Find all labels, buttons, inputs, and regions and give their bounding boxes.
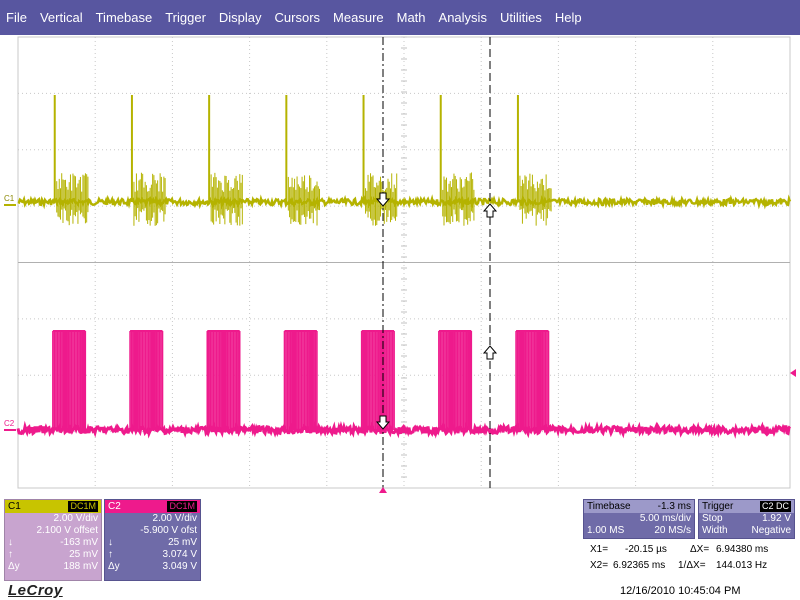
timebase-descriptor[interactable]: Timebase -1.3 ms 5.00 ms/div 1.00 MS 20 MS…	[583, 499, 695, 539]
c1-vdiv: 2.00 V/div	[53, 513, 98, 524]
timebase-tdiv: 5.00 ms/div	[639, 513, 691, 524]
c1-descriptor[interactable]: C1 DC1M 2.00 V/div 2.100 V offset ↓ -163 m…	[4, 499, 102, 581]
menu-timebase[interactable]: Timebase	[96, 10, 153, 25]
cursor-inv-dx-label: 1/ΔX=	[678, 560, 706, 571]
c2-vdiv: 2.00 V/div	[152, 513, 197, 524]
c1-row0-sym: ↓	[8, 537, 13, 548]
menu-cursors[interactable]: Cursors	[275, 10, 321, 25]
menu-file[interactable]: File	[6, 10, 27, 25]
menu-math[interactable]: Math	[397, 10, 426, 25]
c2-row2-val: 3.049 V	[162, 561, 197, 572]
c2-burst	[129, 330, 164, 430]
c2-row1-sym: ↑	[108, 549, 113, 560]
trigger-level: 1.92 V	[762, 513, 791, 524]
cursor-x2-label: X2=	[590, 560, 609, 571]
c1-row1-sym: ↑	[8, 549, 13, 560]
c2-row1-val: 3.074 V	[162, 549, 197, 560]
c2-burst	[438, 330, 473, 430]
timebase-rate: 20 MS/s	[654, 525, 691, 536]
cursor-x1-value: -20.15 µs	[625, 544, 667, 555]
menu-utilities[interactable]: Utilities	[500, 10, 542, 25]
cursor-x2-value: 6.92365 ms	[613, 560, 666, 571]
menu-analysis[interactable]: Analysis	[439, 10, 487, 25]
c2-row2-sym: Δy	[108, 561, 120, 572]
trigger-descriptor[interactable]: Trigger C2 DC Stop 1.92 V Width Negative	[698, 499, 795, 539]
cursor-x1-label: X1=	[590, 544, 609, 555]
c1-row0-val: -163 mV	[60, 537, 98, 548]
timebase-samples: 1.00 MS	[587, 525, 625, 536]
menu-trigger[interactable]: Trigger	[165, 10, 206, 25]
trigger-source-badge: C2 DC	[759, 501, 791, 512]
c2-row0-val: 25 mV	[168, 537, 197, 548]
menu-display[interactable]: Display	[219, 10, 262, 25]
scope-display: C1 C2	[0, 35, 800, 495]
c1-row2-val: 188 mV	[63, 561, 98, 572]
trigger-slope: Negative	[751, 525, 791, 536]
c2-burst	[360, 330, 395, 430]
datetime-stamp: 12/16/2010 10:45:04 PM	[620, 585, 741, 597]
c2-burst	[52, 330, 87, 430]
c2-burst	[283, 330, 318, 430]
trigger-type: Width	[702, 525, 728, 536]
c2-title: C2	[108, 501, 121, 512]
c1-offset: 2.100 V offset	[36, 525, 98, 536]
c1-row1-val: 25 mV	[69, 549, 98, 560]
c2-offset: -5.900 V ofst	[140, 525, 197, 536]
c2-descriptor[interactable]: C2 DC1M 2.00 V/div -5.900 V ofst ↓ 25 mV ↑…	[104, 499, 201, 581]
c1-ground-marker: C1	[4, 194, 15, 203]
c2-ground-marker: C2	[4, 419, 15, 428]
menu-bar: File Vertical Timebase Trigger Display Cursor…	[0, 0, 800, 35]
menu-help[interactable]: Help	[555, 10, 582, 25]
c1-title: C1	[8, 501, 21, 512]
trigger-mode: Stop	[702, 513, 723, 524]
menu-vertical[interactable]: Vertical	[40, 10, 83, 25]
menu-measure[interactable]: Measure	[333, 10, 384, 25]
cursor-inv-dx-value: 144.013 Hz	[716, 560, 768, 571]
timebase-title: Timebase	[587, 501, 631, 512]
trigger-coupling: DC	[776, 501, 789, 511]
cursor-dx-label: ΔX=	[690, 544, 710, 555]
c1-row2-sym: Δy	[8, 561, 20, 572]
lecroy-logo: LeCroy	[8, 582, 63, 599]
c2-row0-sym: ↓	[108, 537, 113, 548]
cursor-dx-value: 6.94380 ms	[716, 544, 769, 555]
trigger-source: C2	[761, 501, 774, 511]
trigger-title: Trigger	[702, 501, 734, 512]
c2-coupling-badge: DC1M	[167, 501, 197, 512]
c2-burst	[206, 330, 241, 430]
timebase-delay: -1.3 ms	[657, 501, 691, 512]
c1-coupling-badge: DC1M	[68, 501, 98, 512]
c2-burst	[515, 330, 550, 430]
